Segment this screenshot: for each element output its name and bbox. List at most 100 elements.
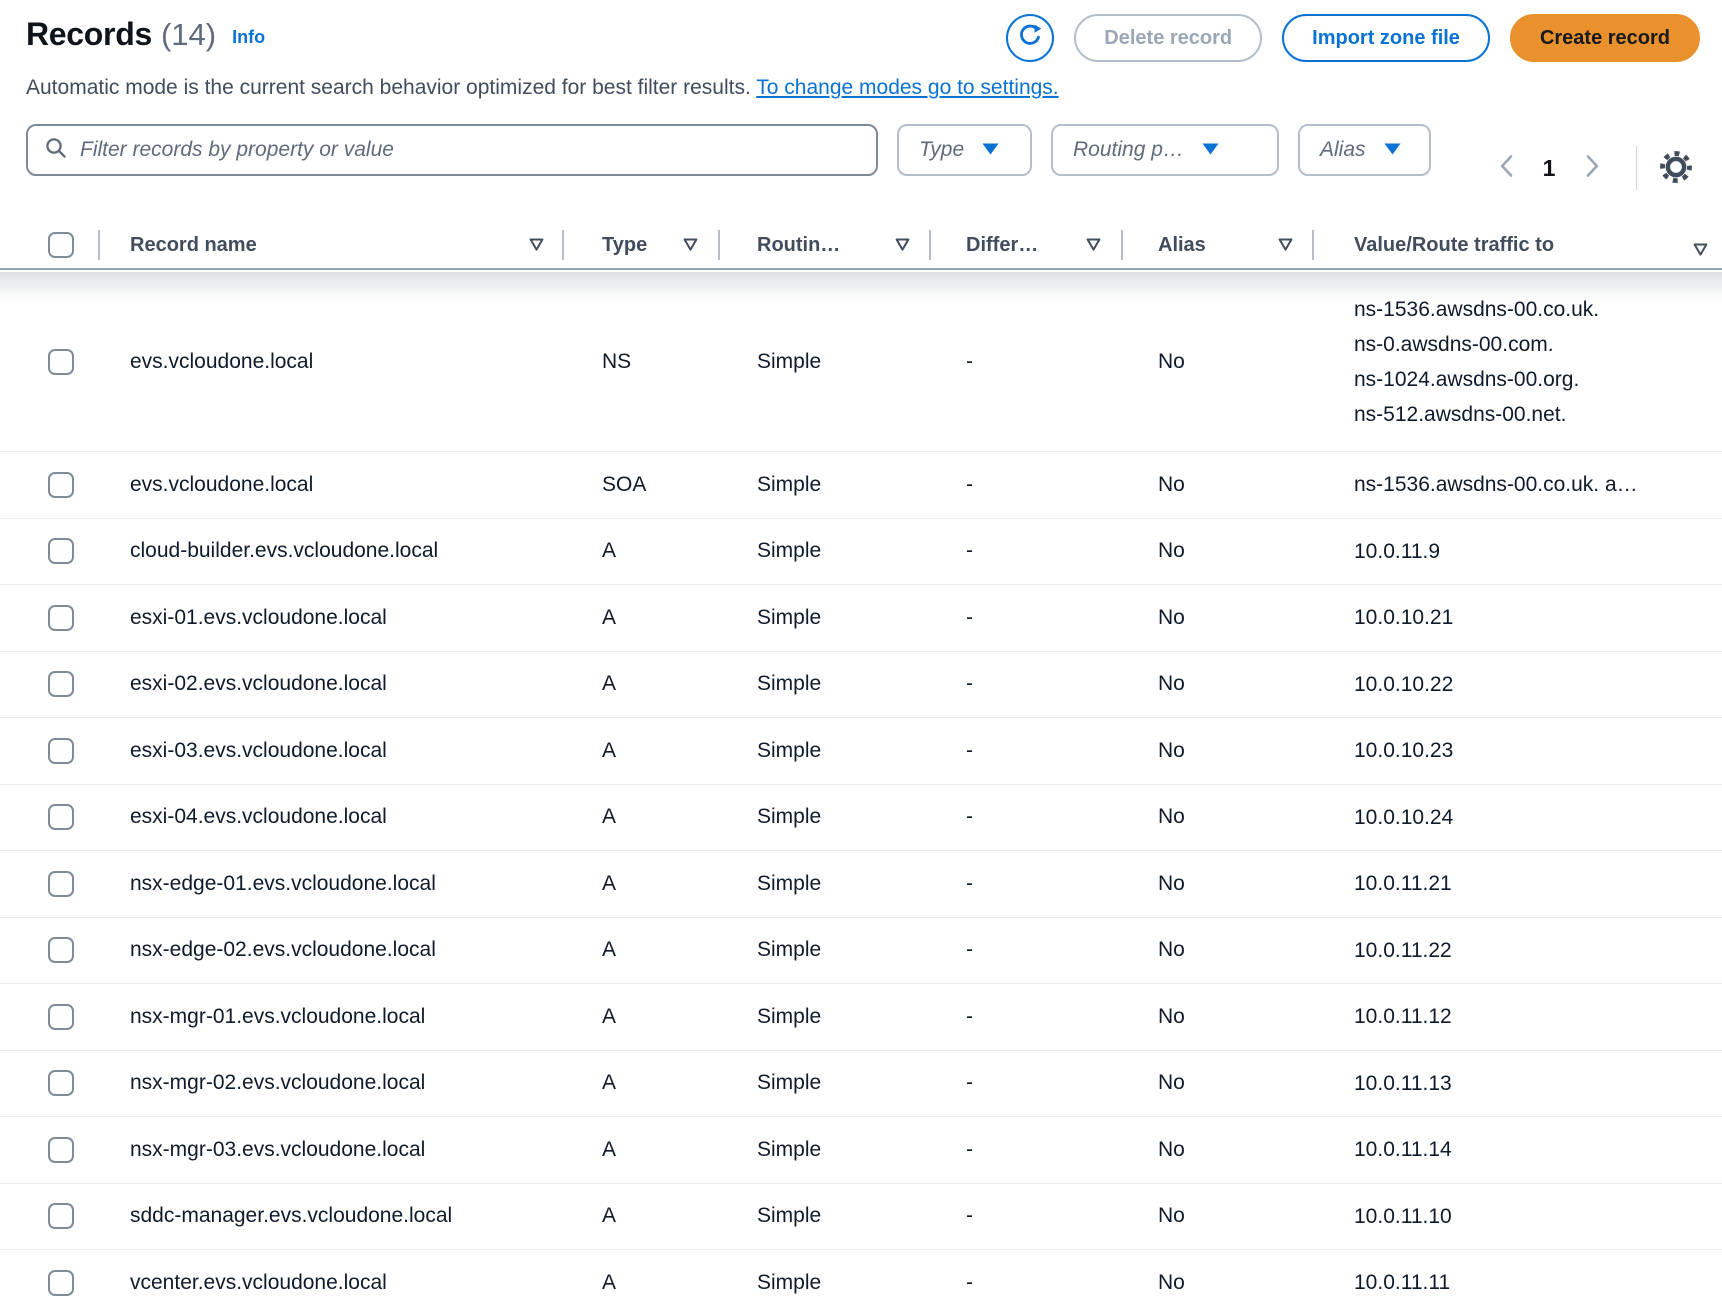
row-checkbox[interactable] <box>48 804 74 830</box>
differentiator-cell: - <box>931 606 1123 630</box>
table-row: nsx-edge-01.evs.vcloudone.localASimple-N… <box>0 851 1722 918</box>
table-row: vcenter.evs.vcloudone.localASimple-No10.… <box>0 1250 1722 1307</box>
row-checkbox[interactable] <box>48 1203 74 1229</box>
select-all-checkbox[interactable] <box>48 232 74 258</box>
record-type-cell: A <box>564 739 720 763</box>
row-checkbox[interactable] <box>48 605 74 631</box>
record-name-cell: nsx-mgr-02.evs.vcloudone.local <box>100 1071 564 1095</box>
column-header-value[interactable]: Value/Route traffic to <box>1314 220 1722 270</box>
select-all-cell <box>0 220 100 270</box>
row-checkbox[interactable] <box>48 1137 74 1163</box>
previous-page-button[interactable] <box>1486 144 1526 192</box>
row-checkbox[interactable] <box>48 472 74 498</box>
delete-record-button[interactable]: Delete record <box>1074 14 1262 62</box>
table-row: esxi-02.evs.vcloudone.localASimple-No10.… <box>0 652 1722 719</box>
record-name-cell: nsx-edge-01.evs.vcloudone.local <box>100 872 564 896</box>
record-name-cell: evs.vcloudone.local <box>100 350 564 374</box>
record-type-cell: A <box>564 1071 720 1095</box>
routing-policy-cell: Simple <box>720 1138 931 1162</box>
table-preferences-button[interactable] <box>1656 148 1696 188</box>
row-checkbox-cell <box>0 1137 100 1163</box>
chevron-down-icon <box>982 143 999 158</box>
records-table-body: evs.vcloudone.localNSSimple-Nons-1536.aw… <box>0 272 1722 1307</box>
record-name-cell: cloud-builder.evs.vcloudone.local <box>100 539 564 563</box>
sort-icon <box>683 234 698 257</box>
alias-cell: No <box>1123 805 1314 829</box>
row-checkbox-cell <box>0 937 100 963</box>
differentiator-cell: - <box>931 1005 1123 1029</box>
alias-cell: No <box>1123 672 1314 696</box>
change-modes-link[interactable]: To change modes go to settings. <box>756 76 1058 99</box>
column-header-record-name[interactable]: Record name <box>100 220 564 270</box>
value-cell: 10.0.10.22 <box>1314 667 1722 702</box>
routing-policy-cell: Simple <box>720 805 931 829</box>
info-link[interactable]: Info <box>232 27 265 48</box>
import-zone-file-button[interactable]: Import zone file <box>1282 14 1490 62</box>
record-name-cell: nsx-mgr-01.evs.vcloudone.local <box>100 1005 564 1029</box>
chevron-down-icon <box>1202 143 1219 158</box>
value-line: ns-1024.awsdns-00.org. <box>1354 362 1599 397</box>
alias-cell: No <box>1123 938 1314 962</box>
row-checkbox-cell <box>0 804 100 830</box>
record-type-cell: A <box>564 606 720 630</box>
routing-policy-cell: Simple <box>720 938 931 962</box>
row-checkbox-cell <box>0 871 100 897</box>
row-checkbox[interactable] <box>48 349 74 375</box>
column-header-type[interactable]: Type <box>564 220 720 270</box>
create-record-button[interactable]: Create record <box>1510 14 1700 62</box>
value-line: 10.0.10.24 <box>1354 800 1453 835</box>
column-header-alias[interactable]: Alias <box>1123 220 1314 270</box>
row-checkbox[interactable] <box>48 871 74 897</box>
route53-records-page: Records (14) Info Delete record Import z… <box>0 0 1722 1307</box>
type-filter-dropdown[interactable]: Type <box>897 124 1032 176</box>
value-cell: 10.0.11.13 <box>1314 1066 1722 1101</box>
value-line: 10.0.10.23 <box>1354 733 1453 768</box>
table-row: nsx-mgr-01.evs.vcloudone.localASimple-No… <box>0 984 1722 1051</box>
alias-cell: No <box>1123 1071 1314 1095</box>
record-type-cell: A <box>564 1271 720 1295</box>
record-name-cell: vcenter.evs.vcloudone.local <box>100 1271 564 1295</box>
row-checkbox[interactable] <box>48 671 74 697</box>
value-cell: 10.0.11.12 <box>1314 999 1722 1034</box>
value-line: 10.0.11.13 <box>1354 1066 1452 1101</box>
alias-cell: No <box>1123 350 1314 374</box>
table-row: esxi-04.evs.vcloudone.localASimple-No10.… <box>0 785 1722 852</box>
record-type-cell: A <box>564 938 720 962</box>
differentiator-cell: - <box>931 350 1123 374</box>
alias-cell: No <box>1123 473 1314 497</box>
record-name-cell: nsx-edge-02.evs.vcloudone.local <box>100 938 564 962</box>
value-line: 10.0.11.10 <box>1354 1199 1452 1234</box>
sort-icon <box>1278 234 1293 257</box>
value-cell: 10.0.10.21 <box>1314 600 1722 635</box>
banner-text: Automatic mode is the current search beh… <box>26 76 756 99</box>
routing-policy-filter-dropdown[interactable]: Routing p… <box>1051 124 1279 176</box>
alias-cell: No <box>1123 1005 1314 1029</box>
routing-policy-cell: Simple <box>720 473 931 497</box>
gear-icon <box>1658 149 1694 188</box>
row-checkbox[interactable] <box>48 1070 74 1096</box>
records-count: (14) <box>161 17 216 53</box>
alias-filter-dropdown[interactable]: Alias <box>1298 124 1431 176</box>
record-name-cell: esxi-04.evs.vcloudone.local <box>100 805 564 829</box>
row-checkbox[interactable] <box>48 738 74 764</box>
row-checkbox[interactable] <box>48 538 74 564</box>
search-box[interactable] <box>26 124 878 176</box>
differentiator-cell: - <box>931 805 1123 829</box>
row-checkbox[interactable] <box>48 1004 74 1030</box>
alias-cell: No <box>1123 1204 1314 1228</box>
record-name-cell: esxi-02.evs.vcloudone.local <box>100 672 564 696</box>
filter-bar: Type Routing p… Alias <box>26 124 1431 176</box>
column-header-differentiator[interactable]: Differ… <box>931 220 1123 270</box>
sort-icon <box>529 234 544 257</box>
routing-policy-cell: Simple <box>720 739 931 763</box>
refresh-button[interactable] <box>1006 14 1054 62</box>
row-checkbox[interactable] <box>48 937 74 963</box>
record-type-cell: NS <box>564 350 720 374</box>
next-page-button[interactable] <box>1572 144 1612 192</box>
row-checkbox[interactable] <box>48 1270 74 1296</box>
current-page-number[interactable]: 1 <box>1526 155 1572 182</box>
column-header-routing-policy[interactable]: Routin… <box>720 220 931 270</box>
differentiator-cell: - <box>931 1138 1123 1162</box>
value-cell: 10.0.11.21 <box>1314 866 1722 901</box>
search-input[interactable] <box>80 138 860 162</box>
